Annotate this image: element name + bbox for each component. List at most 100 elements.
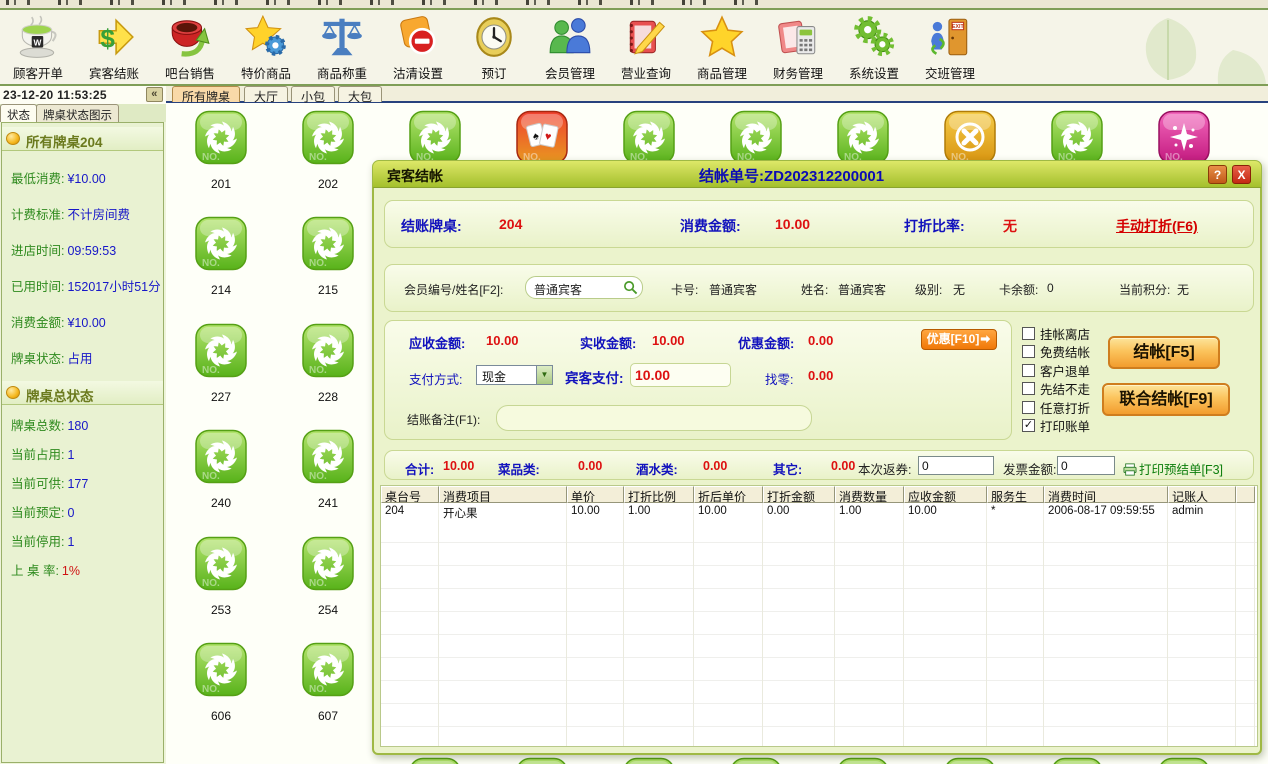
- status-label: 当前可供:: [11, 477, 64, 491]
- checkbox-icon[interactable]: ✓: [1022, 419, 1035, 432]
- checkbox-icon[interactable]: [1022, 345, 1035, 358]
- toolbar-button-bar-cup[interactable]: 吧台销售: [152, 10, 228, 82]
- toolbar-button-scale[interactable]: 商品称重: [304, 10, 380, 82]
- toolbar-button-label: 交班管理: [912, 63, 988, 82]
- chevron-down-icon[interactable]: ▼: [536, 366, 552, 384]
- column-header: 记账人: [1168, 486, 1236, 503]
- summary-section: 结账牌桌: 204 消费金额: 10.00 打折比率: 无 手动打折(F6): [384, 200, 1254, 248]
- table-icon-available[interactable]: NO.: [1051, 757, 1103, 764]
- empty-row: [381, 612, 1257, 635]
- gears-icon: [851, 14, 897, 60]
- checkbox-label: 免费结帐: [1040, 342, 1090, 361]
- checkbox-label: 打印账单: [1040, 416, 1090, 435]
- table-icon-available[interactable]: NO.: [837, 757, 889, 764]
- toolbar-button-star-gear[interactable]: 特价商品: [228, 10, 304, 82]
- table-icon-606-available[interactable]: NO.606: [195, 642, 247, 723]
- table-icon-227-available[interactable]: NO.227: [195, 323, 247, 404]
- table-icon-available[interactable]: NO.: [409, 757, 461, 764]
- total-label: 合计:: [405, 459, 434, 478]
- note-input[interactable]: [496, 405, 812, 431]
- table-icon-available[interactable]: NO.: [516, 757, 568, 764]
- empty-row: [381, 589, 1257, 612]
- checkbox-option[interactable]: ✓ 打印账单: [1022, 417, 1132, 436]
- other-label: 其它:: [773, 459, 802, 478]
- toolbar-button-money-arrow[interactable]: $宾客结账: [76, 10, 152, 82]
- print-pre-bill-f3-link[interactable]: 打印预结单[F3]: [1123, 459, 1223, 478]
- toolbar-button-label: 营业查询: [608, 63, 684, 82]
- sidebar-tab-0[interactable]: 状态: [0, 104, 37, 122]
- invoice-input[interactable]: 0: [1057, 456, 1115, 475]
- table-icon-214-available[interactable]: NO.214: [195, 216, 247, 297]
- svg-text:W: W: [34, 37, 42, 47]
- coupon-f10-button[interactable]: 优惠[F10]: [921, 329, 997, 350]
- table-icon-241-available[interactable]: NO.241: [302, 429, 354, 510]
- toolbar-button-calculator-folder[interactable]: 财务管理: [760, 10, 836, 82]
- table-icon-available[interactable]: NO.: [730, 757, 782, 764]
- toolbar-button-clock[interactable]: 预订: [456, 10, 532, 82]
- toolbar-button-star[interactable]: 商品管理: [684, 10, 760, 82]
- checkbox-label: 先结不走: [1040, 379, 1090, 398]
- exit-door-icon: EXIT: [927, 14, 973, 60]
- card-label: 卡号:: [671, 281, 698, 298]
- table-icon-253-available[interactable]: NO.253: [195, 536, 247, 617]
- table-icon-228-available[interactable]: NO.228: [302, 323, 354, 404]
- checkbox-icon[interactable]: [1022, 327, 1035, 340]
- column-header: 打折金额: [763, 486, 835, 503]
- toolbar-button-members[interactable]: 会员管理: [532, 10, 608, 82]
- table-number: 227: [195, 390, 247, 404]
- toolbar-button-label: 系统设置: [836, 63, 912, 82]
- table-icon-202-available[interactable]: NO.202: [302, 110, 354, 191]
- joint-settle-f9-button[interactable]: 联合结帐[F9]: [1102, 383, 1230, 416]
- status-label: 牌桌状态:: [11, 352, 64, 366]
- bill-item-row[interactable]: 204开心果10.001.0010.000.001.0010.00*2006-0…: [381, 503, 1257, 520]
- table-icon-available[interactable]: NO.: [944, 757, 996, 764]
- help-button[interactable]: ?: [1208, 165, 1227, 184]
- sidebar-collapse-button[interactable]: «: [146, 87, 163, 102]
- status-label: 进店时间:: [11, 244, 64, 258]
- table-number: 606: [195, 709, 247, 723]
- empty-row: [381, 681, 1257, 704]
- toolbar-button-soldout[interactable]: 沽清设置: [380, 10, 456, 82]
- table-icon-available[interactable]: NO.: [623, 757, 675, 764]
- close-icon[interactable]: X: [1232, 165, 1251, 184]
- empty-row: [381, 543, 1257, 566]
- voucher-input[interactable]: 0: [918, 456, 994, 475]
- checkbox-icon[interactable]: [1022, 401, 1035, 414]
- members-icon: [547, 14, 593, 60]
- checkbox-label: 客户退单: [1040, 361, 1090, 380]
- checkbox-icon[interactable]: [1022, 382, 1035, 395]
- teacup-icon: W: [15, 14, 61, 60]
- status-label: 牌桌总数:: [11, 419, 64, 433]
- checkbox-icon[interactable]: [1022, 364, 1035, 377]
- svg-text:NO.: NO.: [202, 152, 220, 163]
- star-gear-icon: [243, 14, 289, 60]
- toolbar-button-teacup[interactable]: W顾客开单: [0, 10, 76, 82]
- bill-cell: 204: [381, 503, 439, 520]
- toolbar-button-exit-door[interactable]: EXIT 交班管理: [912, 10, 988, 82]
- table-icon-254-available[interactable]: NO.254: [302, 536, 354, 617]
- sidebar-tab-1[interactable]: 牌桌状态图示: [36, 104, 119, 122]
- dialog-titlebar[interactable]: 宾客结帐 结帐单号:ZD202312200001 ? X: [373, 161, 1261, 188]
- table-icon-240-available[interactable]: NO.240: [195, 429, 247, 510]
- toolbar-button-report-pencil[interactable]: 营业查询: [608, 10, 684, 82]
- panel-header: 牌桌总状态: [2, 381, 163, 405]
- manual-discount-link[interactable]: 手动打折(F6): [1116, 216, 1198, 236]
- guest-pay-input[interactable]: 10.00: [630, 363, 731, 387]
- toolbar-button-gears[interactable]: 系统设置: [836, 10, 912, 82]
- dialog-title: 宾客结帐: [387, 166, 443, 186]
- toolbar: W顾客开单$宾客结账吧台销售特价商品商品称重沽清设置预订会员管理营业查询商品管理…: [0, 8, 1268, 86]
- menu-bar: [0, 0, 1268, 8]
- status-value: 1%: [62, 564, 80, 578]
- money-arrow-icon: $: [91, 14, 137, 60]
- settle-f5-button[interactable]: 结帐[F5]: [1108, 336, 1220, 369]
- balance-label: 卡余额:: [999, 281, 1038, 298]
- table-icon-201-available[interactable]: NO.201: [195, 110, 247, 191]
- table-icon-available[interactable]: NO.: [1158, 757, 1210, 764]
- amount-value: 10.00: [775, 216, 810, 232]
- table-icon-215-available[interactable]: NO.215: [302, 216, 354, 297]
- column-header: 应收金额: [904, 486, 987, 503]
- status-row: 当前可供:177: [11, 473, 163, 492]
- payment-method-select[interactable]: 现金▼: [476, 365, 553, 385]
- search-icon[interactable]: [623, 280, 638, 300]
- table-icon-607-available[interactable]: NO.607: [302, 642, 354, 723]
